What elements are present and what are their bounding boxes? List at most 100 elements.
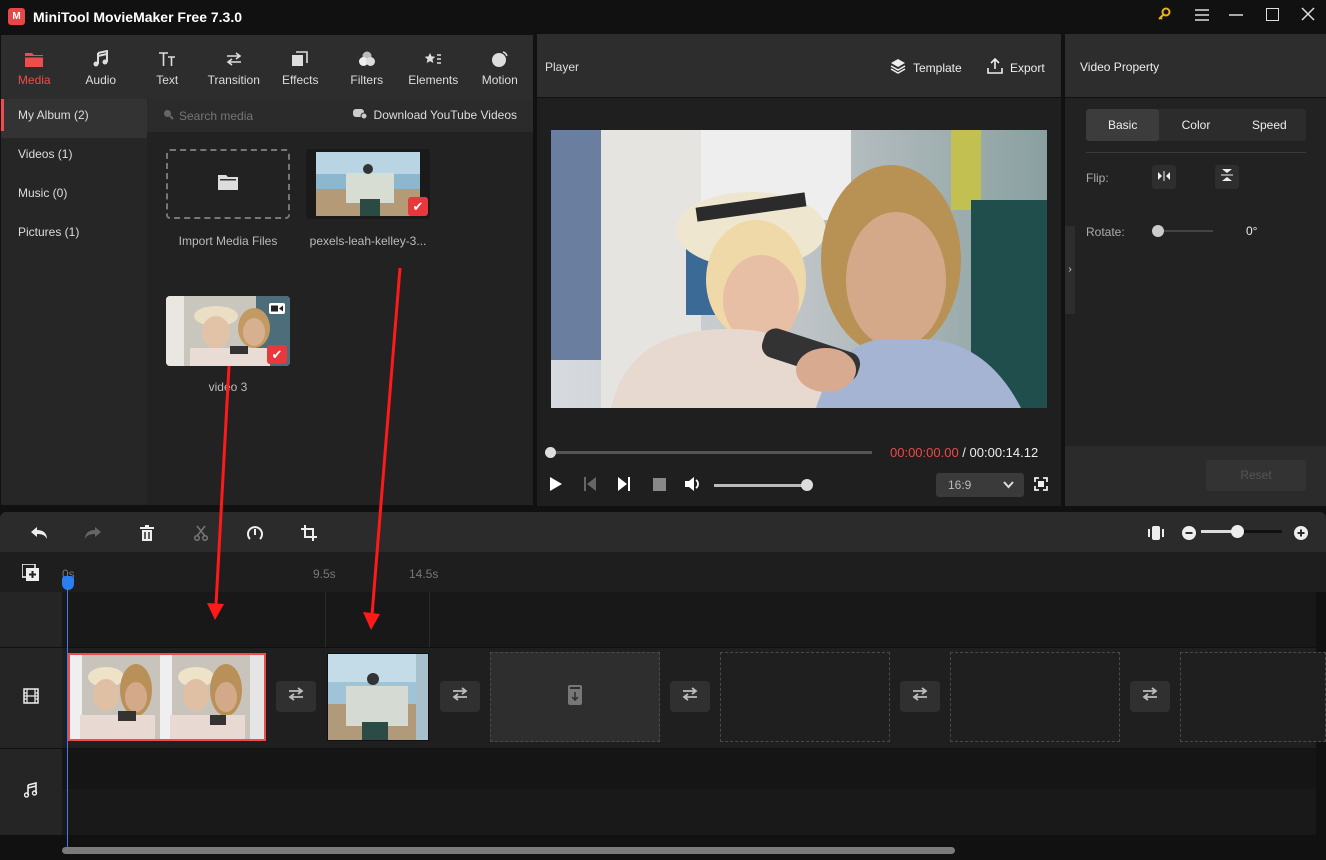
album-item-pictures[interactable]: Pictures (1) — [1, 216, 147, 255]
grid-line — [325, 592, 326, 647]
previous-frame-button[interactable] — [583, 476, 597, 497]
tab-effects[interactable]: Effects — [267, 35, 334, 99]
album-list: My Album (2) Videos (1) Music (0) Pictur… — [1, 99, 147, 505]
tab-basic[interactable]: Basic — [1086, 109, 1160, 141]
redo-button[interactable] — [82, 522, 104, 544]
ruler-label: 9.5s — [313, 567, 336, 581]
album-item-videos[interactable]: Videos (1) — [1, 138, 147, 177]
transition-slot-button[interactable] — [900, 681, 940, 712]
playhead-handle[interactable] — [62, 576, 74, 590]
add-track-icon[interactable] — [21, 563, 40, 587]
fullscreen-button[interactable] — [1034, 477, 1048, 496]
time-total: 00:00:14.12 — [969, 445, 1039, 460]
album-item-my-album[interactable]: My Album (2) — [1, 99, 147, 138]
timeline-horizontal-scrollbar[interactable] — [62, 847, 955, 854]
stop-button[interactable] — [653, 478, 666, 496]
tab-label: Filters — [350, 73, 384, 87]
flip-vertical-icon — [1221, 168, 1233, 187]
export-icon — [987, 57, 1003, 77]
tab-label: Transition — [207, 73, 260, 87]
audio-track-lower[interactable] — [62, 789, 1316, 835]
video-property-title: Video Property — [1080, 60, 1160, 74]
media-search-bar: Download YouTube Videos — [147, 99, 533, 132]
chevron-down-icon — [1003, 473, 1014, 497]
key-icon[interactable] — [1152, 6, 1176, 28]
empty-clip-slot[interactable] — [490, 652, 660, 742]
timeline-zoom-handle[interactable] — [1231, 525, 1244, 538]
rotate-slider[interactable] — [1157, 230, 1213, 232]
empty-clip-slot[interactable] — [720, 652, 890, 742]
search-input[interactable] — [179, 108, 329, 123]
youtube-label: Download YouTube Videos — [373, 108, 517, 122]
music-note-icon — [93, 47, 109, 71]
volume-handle[interactable] — [801, 479, 813, 491]
rotate-value: 0° — [1246, 224, 1258, 238]
play-button[interactable] — [549, 476, 563, 497]
transition-slot-button[interactable] — [1130, 681, 1170, 712]
minimize-button[interactable] — [1224, 6, 1248, 28]
tab-color[interactable]: Color — [1159, 109, 1232, 141]
volume-slider[interactable] — [714, 484, 807, 487]
rotate-handle[interactable] — [1152, 225, 1164, 237]
playback-progress-handle[interactable] — [545, 447, 556, 458]
timeline-clip-picture[interactable] — [327, 653, 429, 741]
album-item-music[interactable]: Music (0) — [1, 177, 147, 216]
speed-button[interactable] — [244, 522, 266, 544]
transition-slot-button[interactable] — [276, 681, 316, 712]
tab-audio[interactable]: Audio — [68, 35, 135, 99]
transition-arrows-icon — [681, 687, 699, 706]
app-logo-icon: M — [8, 8, 25, 25]
tab-elements[interactable]: Elements — [400, 35, 467, 99]
text-icon — [158, 47, 176, 71]
template-label: Template — [913, 60, 962, 75]
flip-horizontal-button[interactable] — [1152, 165, 1176, 189]
tab-motion[interactable]: Motion — [467, 35, 534, 99]
audio-track[interactable] — [62, 749, 1316, 789]
zoom-in-button[interactable] — [1290, 522, 1312, 544]
check-icon: ✔ — [267, 345, 287, 364]
clip-thumbnail — [70, 655, 264, 739]
collapse-panel-handle[interactable]: › — [1065, 226, 1075, 314]
playhead-line — [67, 584, 68, 850]
template-button[interactable]: Template — [890, 58, 962, 77]
import-media-button[interactable] — [166, 149, 290, 219]
transition-slot-button[interactable] — [670, 681, 710, 712]
music-note-icon — [23, 781, 38, 803]
timeline-ruler[interactable]: 0s 9.5s 14.5s — [0, 552, 1326, 592]
maximize-button[interactable] — [1260, 6, 1284, 28]
media-item-video[interactable]: ✔ — [166, 296, 290, 366]
video-preview[interactable] — [551, 130, 1047, 408]
crop-button[interactable] — [298, 522, 320, 544]
overlay-track[interactable] — [62, 592, 1316, 647]
timeline-clip-video[interactable] — [68, 653, 266, 741]
undo-button[interactable] — [28, 522, 50, 544]
empty-clip-slot[interactable] — [950, 652, 1120, 742]
volume-icon[interactable] — [684, 476, 702, 497]
next-frame-button[interactable] — [617, 476, 631, 497]
effects-icon — [292, 47, 309, 71]
video-frame-image — [551, 130, 1047, 408]
split-button[interactable] — [190, 522, 212, 544]
reset-button[interactable]: Reset — [1206, 460, 1306, 491]
fit-timeline-button[interactable] — [1145, 522, 1167, 544]
tab-text[interactable]: Text — [134, 35, 201, 99]
aspect-ratio-select[interactable]: 16:9 — [936, 473, 1024, 497]
tab-speed[interactable]: Speed — [1233, 109, 1306, 141]
close-button[interactable] — [1296, 6, 1320, 28]
zoom-out-button[interactable] — [1178, 522, 1200, 544]
clip-thumbnail — [328, 654, 428, 740]
empty-clip-slot[interactable] — [1180, 652, 1326, 742]
tab-transition[interactable]: Transition — [201, 35, 268, 99]
menu-icon[interactable] — [1190, 6, 1214, 28]
tab-media[interactable]: Media — [1, 35, 68, 99]
flip-vertical-button[interactable] — [1215, 165, 1239, 189]
delete-button[interactable] — [136, 522, 158, 544]
transition-slot-button[interactable] — [440, 681, 480, 712]
media-item-picture[interactable]: ✔ — [306, 149, 430, 219]
playback-progress-bar[interactable] — [549, 451, 872, 454]
transition-arrows-icon — [287, 687, 305, 706]
chevron-right-icon: › — [1068, 264, 1072, 275]
tab-filters[interactable]: Filters — [334, 35, 401, 99]
export-button[interactable]: Export — [987, 57, 1045, 77]
download-youtube-button[interactable]: Download YouTube Videos — [352, 108, 517, 122]
